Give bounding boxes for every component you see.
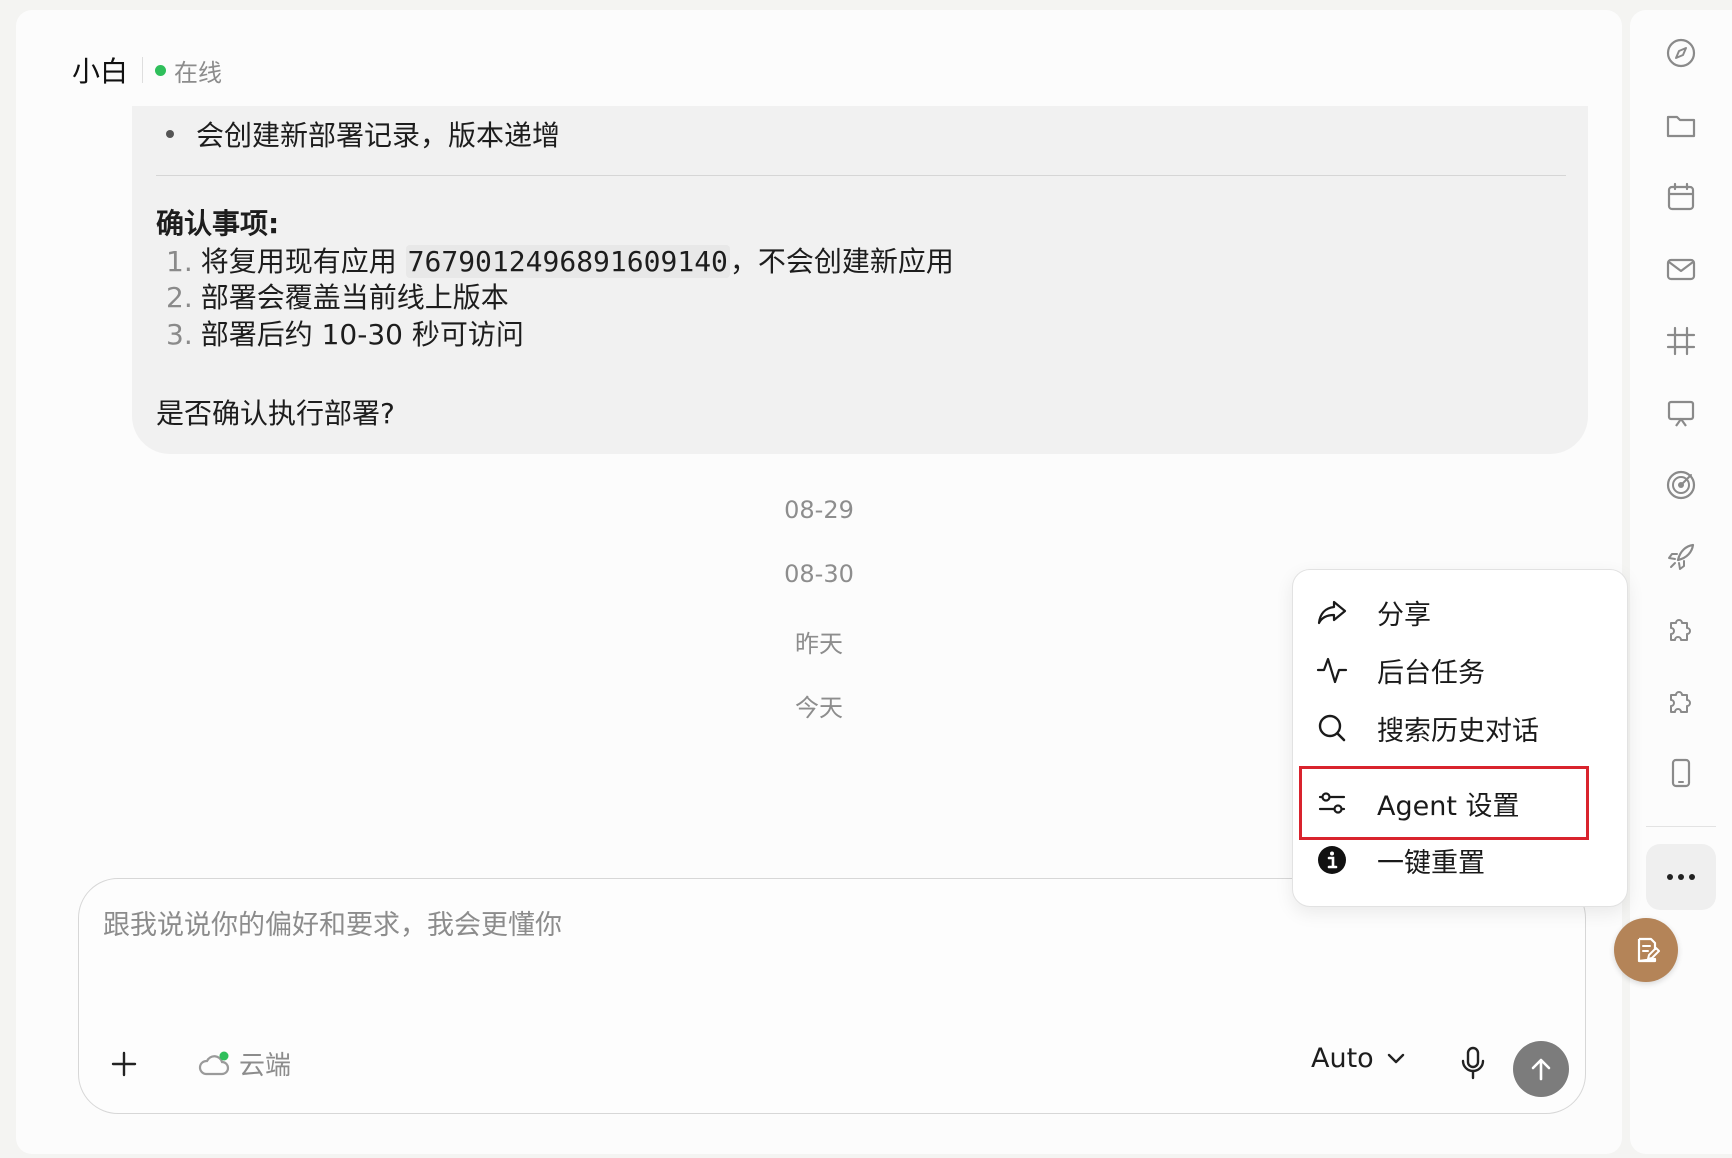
bullet-dot <box>166 130 174 138</box>
voice-input-button[interactable] <box>1457 1045 1489 1081</box>
search-icon <box>1315 711 1349 745</box>
online-status-dot <box>155 64 167 76</box>
cloud-toggle[interactable]: 云端 <box>197 1045 291 1082</box>
confirm-title: 确认事项: <box>156 207 280 240</box>
online-status-text: 在线 <box>174 58 223 87</box>
mail-icon[interactable] <box>1664 252 1698 286</box>
model-label: Auto <box>1311 1043 1374 1074</box>
item-number: 1. <box>166 245 193 278</box>
ordered-item-1: 1. 将复用现有应用 7679012496891609140，不会创建新应用 <box>166 240 954 280</box>
item-text: 部署会覆盖当前线上版本 <box>200 281 509 314</box>
puzzle-icon[interactable] <box>1664 612 1698 646</box>
menu-item-label: 分享 <box>1377 599 1431 631</box>
edit-note-icon <box>1637 937 1660 963</box>
cloud-icon <box>198 1051 230 1075</box>
ellipsis-icon <box>1667 874 1695 880</box>
item-number: 2. <box>166 281 193 314</box>
info-icon <box>1315 843 1349 877</box>
activity-icon <box>1315 653 1349 687</box>
menu-item-background-tasks[interactable]: 后台任务 <box>1315 648 1485 692</box>
add-attachment-button[interactable] <box>109 1049 139 1079</box>
microphone-icon <box>1461 1046 1485 1080</box>
menu-item-label: 一键重置 <box>1377 847 1485 879</box>
puzzle-icon-2[interactable] <box>1664 684 1698 718</box>
ordered-item-3: 3. 部署后约 10-30 秒可访问 <box>166 313 524 353</box>
share-icon <box>1315 595 1349 629</box>
confirm-question: 是否确认执行部署? <box>156 397 395 430</box>
calendar-icon[interactable] <box>1664 180 1698 214</box>
more-options-button[interactable] <box>1646 844 1716 910</box>
bullet-text: 会创建新部署记录，版本递增 <box>196 119 561 152</box>
cloud-label: 云端 <box>239 1051 292 1081</box>
date-separator: 08-29 <box>784 496 854 524</box>
plus-icon <box>111 1051 137 1077</box>
folder-icon[interactable] <box>1664 108 1698 142</box>
menu-item-reset[interactable]: 一键重置 <box>1315 838 1485 882</box>
model-select[interactable]: Auto <box>1311 1043 1406 1074</box>
menu-item-label: 搜索历史对话 <box>1377 715 1539 747</box>
item-number: 3. <box>166 318 193 351</box>
ordered-item-2: 2. 部署会覆盖当前线上版本 <box>166 276 509 316</box>
hash-icon[interactable] <box>1664 324 1698 358</box>
send-button[interactable] <box>1513 1041 1569 1097</box>
agent-name: 小白 <box>72 55 129 88</box>
radar-icon[interactable] <box>1664 468 1698 502</box>
item-text: 部署后约 10-30 秒可访问 <box>200 318 524 351</box>
message-divider <box>156 175 1566 176</box>
menu-item-share[interactable]: 分享 <box>1315 590 1431 634</box>
tablet-icon[interactable] <box>1664 756 1698 790</box>
menu-item-label: 后台任务 <box>1377 657 1485 689</box>
list-item: 会创建新部署记录，版本递增 <box>166 114 560 154</box>
message-composer: 云端 Auto <box>78 878 1586 1114</box>
app-id-code: 7679012496891609140 <box>405 245 730 278</box>
chat-header: 小白 在线 <box>72 50 222 90</box>
presentation-icon[interactable] <box>1664 396 1698 430</box>
compass-icon[interactable] <box>1664 36 1698 70</box>
menu-item-search-history[interactable]: 搜索历史对话 <box>1315 706 1539 750</box>
item-text-suffix: ，不会创建新应用 <box>729 245 954 278</box>
header-divider <box>142 57 144 83</box>
right-tool-rail <box>1630 10 1732 1154</box>
highlight-box <box>1299 766 1589 840</box>
item-text: 将复用现有应用 <box>200 245 406 278</box>
message-input[interactable] <box>101 909 1105 942</box>
rail-divider <box>1646 826 1716 827</box>
more-options-menu: 分享 后台任务 搜索历史对话 Agent 设置 一键重置 <box>1292 569 1628 907</box>
arrow-up-icon <box>1531 1058 1551 1081</box>
rocket-icon[interactable] <box>1664 540 1698 574</box>
notes-fab-button[interactable] <box>1614 918 1678 982</box>
chevron-down-icon <box>1387 1053 1404 1063</box>
assistant-message: 会创建新部署记录，版本递增 确认事项: 1. 将复用现有应用 7679012496… <box>132 106 1588 454</box>
